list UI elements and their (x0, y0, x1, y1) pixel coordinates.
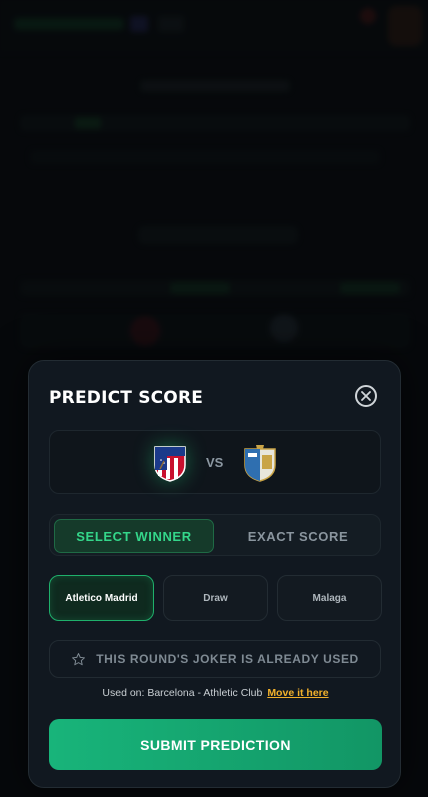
vs-label: VS (206, 455, 224, 470)
choice-home-win-button[interactable]: Atletico Madrid (49, 575, 154, 621)
star-icon (72, 652, 86, 665)
malaga-crest-icon (244, 445, 276, 482)
atletico-crest-icon (154, 446, 186, 482)
predict-score-modal: PREDICT SCORE VS SELECT WINNER EXACT SCO… (28, 360, 401, 788)
joker-used-text: Used on: Barcelona - Athletic Club (102, 687, 263, 699)
submit-prediction-button[interactable]: SUBMIT PREDICTION (49, 719, 382, 770)
prediction-mode-toggle: SELECT WINNER EXACT SCORE (49, 514, 381, 556)
tab-select-winner[interactable]: SELECT WINNER (54, 519, 214, 553)
modal-title: PREDICT SCORE (49, 388, 204, 408)
choice-away-win-button[interactable]: Malaga (277, 575, 382, 621)
choice-draw-button[interactable]: Draw (163, 575, 268, 621)
joker-label: THIS ROUND'S JOKER IS ALREADY USED (96, 652, 359, 666)
joker-used-info: Used on: Barcelona - Athletic Club Move i… (29, 687, 402, 699)
close-button[interactable] (355, 385, 377, 407)
move-joker-link[interactable]: Move it here (267, 687, 328, 699)
tab-exact-score[interactable]: EXACT SCORE (218, 519, 378, 553)
close-icon (361, 391, 371, 401)
joker-button[interactable]: THIS ROUND'S JOKER IS ALREADY USED (49, 640, 381, 678)
match-teams: VS (49, 430, 381, 494)
